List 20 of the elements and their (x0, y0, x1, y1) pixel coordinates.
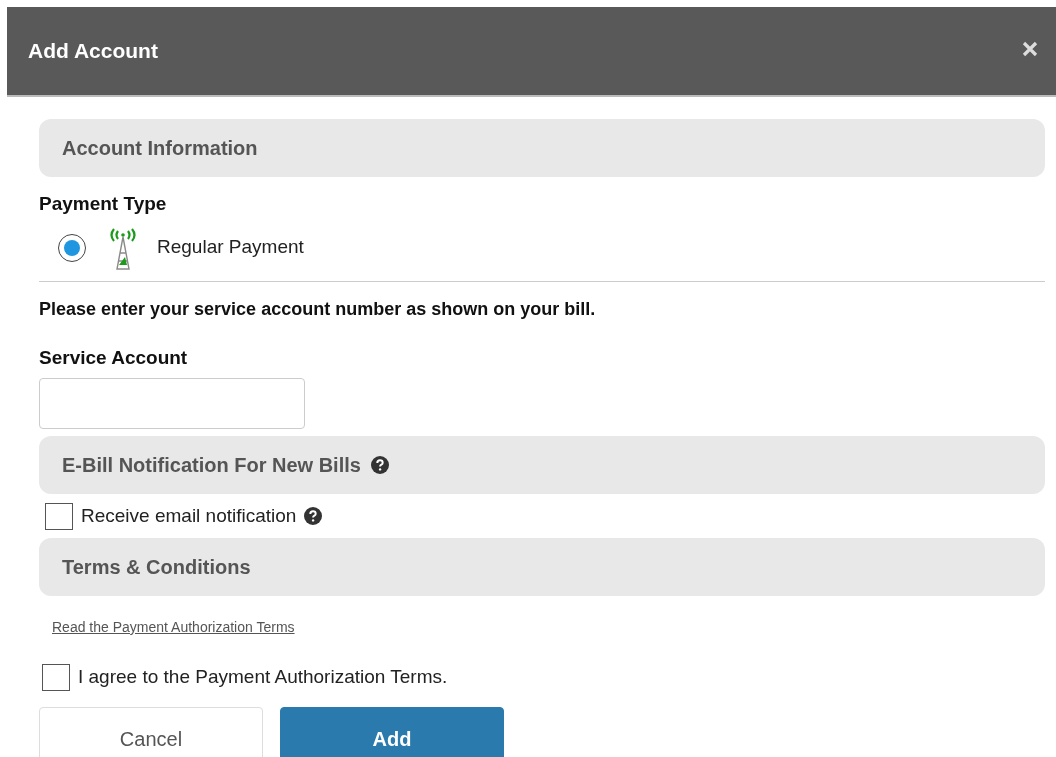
add-button[interactable]: Add (280, 707, 504, 757)
help-icon[interactable] (304, 507, 323, 525)
section-title: Terms & Conditions (62, 555, 251, 580)
checkbox-label[interactable]: I agree to the Payment Authorization Terms. (78, 663, 448, 692)
field-label: Service Account (39, 345, 189, 370)
section-title: Account Information (62, 136, 258, 161)
checkbox-label[interactable]: Receive email notification (81, 501, 297, 531)
dialog-title: Add Account (28, 38, 158, 65)
terms-link[interactable]: Read the Payment Authorization Terms (52, 617, 295, 638)
checkbox[interactable] (45, 502, 73, 530)
section-title: E-Bill Notification For New Bills (62, 453, 361, 478)
help-icon[interactable] (370, 456, 389, 474)
instruction-text: Please enter your service account number as shown on your bill. (39, 297, 597, 321)
radio-label[interactable]: Regular Payment (157, 233, 304, 262)
checkbox[interactable] (42, 664, 70, 691)
radio-button[interactable] (58, 233, 86, 262)
service-account-field[interactable] (39, 378, 305, 429)
cancel-button[interactable]: Cancel (39, 707, 263, 757)
field-label: Payment Type (39, 192, 168, 216)
close-icon[interactable] (1022, 40, 1038, 57)
